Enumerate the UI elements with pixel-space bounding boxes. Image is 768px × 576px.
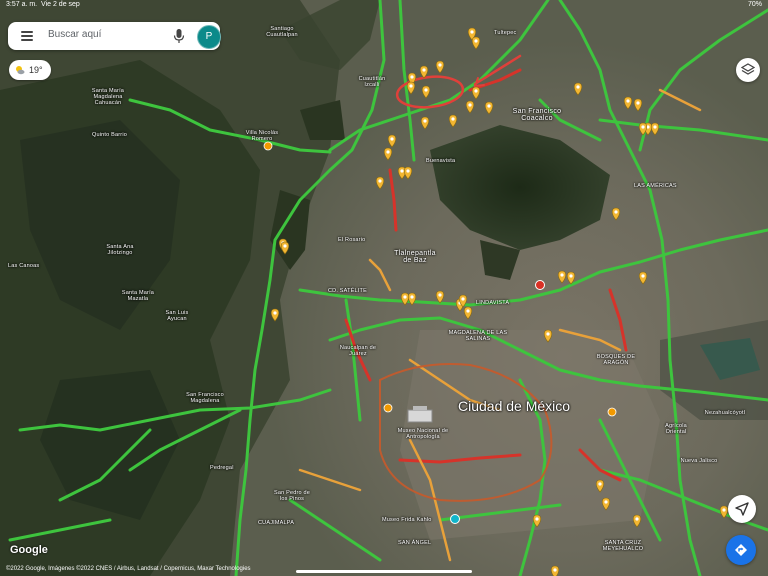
place-pin-icon[interactable] [421, 85, 431, 99]
label-las-canoas: Las Canoas [8, 263, 40, 269]
search-input[interactable]: Buscar aquí [48, 29, 101, 40]
partly-cloudy-icon [15, 62, 25, 75]
directions-icon [735, 544, 747, 556]
place-pin-icon[interactable] [400, 292, 410, 306]
place-pin-icon[interactable] [633, 98, 643, 112]
label-san-angel: SAN ÁNGEL [398, 540, 432, 546]
label-san-pedro: San Pedro de los Pinos [273, 490, 311, 502]
label-villa-nicolas-romero: Villa Nicolás Romero [245, 130, 279, 142]
place-pin-icon[interactable] [280, 241, 290, 255]
place-pin-icon[interactable] [543, 329, 553, 343]
menu-icon[interactable] [21, 31, 33, 41]
label-santa-cruz-meyehualco: SANTA CRUZ MEYEHUALCO [602, 540, 644, 552]
place-pin-icon[interactable] [557, 270, 567, 284]
home-indicator[interactable] [296, 570, 472, 573]
place-pin-icon[interactable] [471, 36, 481, 50]
place-pin-icon[interactable] [406, 81, 416, 95]
label-san-luis-ayucan: San Luis Ayucan [165, 310, 189, 322]
place-pin-icon[interactable] [601, 497, 611, 511]
place-pin-icon[interactable] [719, 505, 729, 519]
label-museo-antropologia: Museo Nacional de Antropología [397, 428, 449, 440]
place-pin-icon[interactable] [484, 101, 494, 115]
location-arrow-icon [735, 502, 749, 516]
status-date: Vie 2 de sep [41, 1, 80, 8]
place-pin-icon[interactable] [435, 60, 445, 74]
status-bar-right: 70% [748, 1, 762, 8]
temperature: 19° [29, 65, 43, 75]
place-pin-icon[interactable] [638, 271, 648, 285]
label-agricola-oriental: Agrícola Oriental [665, 423, 687, 435]
place-pin-icon[interactable] [375, 176, 385, 190]
directions-button[interactable] [726, 535, 756, 565]
status-bar-left: 3:57 a. m. Vie 2 de sep [6, 1, 80, 8]
label-cd-satelite: CD. SATÉLITE [328, 288, 367, 294]
search-bar[interactable]: Buscar aquí P [8, 22, 221, 50]
place-pin-icon[interactable] [448, 114, 458, 128]
label-las-americas: LAS AMÉRICAS [634, 183, 677, 189]
label-naucalpan: Naucalpan de Juárez [339, 345, 377, 357]
layers-button[interactable] [736, 58, 760, 82]
place-pin-icon[interactable] [650, 122, 660, 136]
label-cuajimalpa: CUAJIMALPA [258, 520, 295, 526]
place-pin-icon[interactable] [383, 147, 393, 161]
place-pin-icon[interactable] [573, 82, 583, 96]
place-pin-icon[interactable] [435, 290, 445, 304]
avatar[interactable]: P [197, 25, 221, 49]
attribution[interactable]: ©2022 Google, Imágenes ©2022 CNES / Airb… [6, 566, 251, 572]
label-santa-maria-mazatla: Santa María Mazatla [121, 290, 155, 302]
place-pin-icon[interactable] [387, 134, 397, 148]
label-tlalnepantla: Tlalnepantla de Baz [394, 250, 436, 264]
label-tultepec: Tultepec [494, 30, 517, 36]
place-pin-icon[interactable] [638, 122, 648, 136]
label-santa-ana-jilotzingo: Santa Ana Jilotzingo [106, 244, 134, 256]
label-bosques-de-aragon: BOSQUES DE ARAGÓN [596, 354, 636, 366]
layers-icon [741, 63, 755, 75]
label-museo-frida: Museo Frida Kahlo [382, 517, 432, 523]
place-pin-icon[interactable] [270, 308, 280, 322]
place-pin-icon[interactable] [463, 306, 473, 320]
place-pin-icon[interactable] [419, 65, 429, 79]
status-time: 3:57 a. m. [6, 1, 38, 8]
place-pin-icon[interactable] [532, 514, 542, 528]
place-pin-icon[interactable] [407, 292, 417, 306]
place-pin-icon[interactable] [471, 86, 481, 100]
place-pin-icon[interactable] [403, 166, 413, 180]
transit-dot-icon[interactable] [607, 407, 617, 417]
label-buenavista: Buenavista [426, 158, 456, 164]
label-san-francisco-coacalco: San Francisco Coacalco [512, 108, 562, 122]
transit-dot-icon[interactable] [263, 141, 273, 151]
label-san-francisco-magdalena: San Francisco Magdalena [186, 392, 224, 404]
place-pin-icon[interactable] [420, 116, 430, 130]
place-pin-icon[interactable] [623, 96, 633, 110]
place-pin-icon[interactable] [632, 514, 642, 528]
label-quinto-barrio: Quinto Barrio [92, 132, 128, 138]
label-lindavista: LINDAVISTA [476, 300, 510, 306]
label-nueva-jalisco: Nueva Jalisco [680, 458, 718, 464]
museum-icon[interactable] [450, 514, 460, 524]
microphone-icon[interactable] [173, 28, 185, 44]
my-location-button[interactable] [728, 495, 756, 523]
place-pin-icon[interactable] [611, 207, 621, 221]
label-santa-maria-magdalena: Santa María Magdalena Cahuacán [91, 88, 125, 106]
status-battery: 70% [747, 1, 762, 8]
place-pin-icon[interactable] [465, 100, 475, 114]
incident-icon[interactable] [535, 280, 545, 290]
label-nezahualcoyotl: Nezahualcóyotl [704, 410, 746, 416]
place-pin-icon[interactable] [550, 565, 560, 576]
label-pedregal: Pedregal [210, 465, 234, 471]
label-santiago-cuautlalpan: Santiago Cuautlalpan [266, 26, 298, 38]
place-pin-icon[interactable] [595, 479, 605, 493]
label-el-rosario: El Rosario [338, 237, 366, 243]
weather-chip[interactable]: 19° [9, 60, 51, 80]
label-ciudad-de-mexico: Ciudad de México [458, 398, 571, 414]
google-logo: Google [10, 544, 48, 556]
label-cuautitlan-izcalli: Cuautitlán Izcalli [358, 76, 386, 88]
place-pin-icon[interactable] [566, 271, 576, 285]
label-magdalena-de-las-salinas: MAGDALENA DE LAS SALINAS [448, 330, 508, 342]
transit-dot-icon[interactable] [383, 403, 393, 413]
